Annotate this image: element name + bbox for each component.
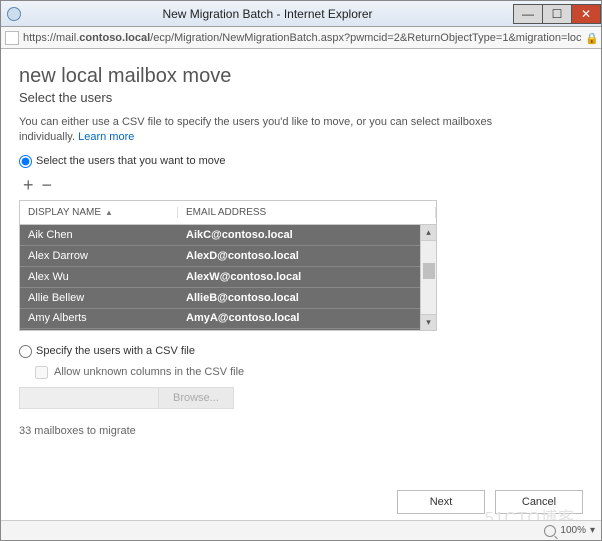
page-icon [5, 31, 19, 45]
sort-asc-icon: ▲ [105, 208, 113, 217]
content-area: new local mailbox move Select the users … [1, 49, 601, 437]
maximize-button[interactable]: ☐ [542, 4, 572, 24]
window-title: New Migration Batch - Internet Explorer [21, 7, 514, 21]
table-row[interactable]: Amy AlbertsAmyA@contoso.local [20, 309, 436, 329]
col-display-name[interactable]: DISPLAY NAME▲ [20, 207, 178, 218]
table-body: Aik ChenAikC@contoso.local Alex DarrowAl… [20, 225, 436, 330]
zoom-value: 100% [560, 525, 586, 536]
intro-text: You can either use a CSV file to specify… [19, 115, 549, 145]
radio-csv[interactable] [19, 345, 32, 358]
address-bar[interactable]: https://mail.contoso.local/ecp/Migration… [1, 27, 601, 49]
option-csv-label: Specify the users with a CSV file [36, 345, 195, 357]
close-button[interactable]: ✕ [571, 4, 601, 24]
user-table: DISPLAY NAME▲ EMAIL ADDRESS Aik ChenAikC… [19, 200, 437, 331]
minimize-button[interactable]: — [513, 4, 543, 24]
mailbox-count: 33 mailboxes to migrate [19, 425, 583, 437]
table-scrollbar[interactable]: ▴ ▾ [420, 225, 436, 330]
allow-unknown-label: Allow unknown columns in the CSV file [54, 366, 244, 378]
url-text: https://mail.contoso.local/ecp/Migration… [23, 32, 581, 44]
cancel-button[interactable]: Cancel [495, 490, 583, 514]
window-buttons: — ☐ ✕ [514, 4, 601, 24]
table-row[interactable]: Aik ChenAikC@contoso.local [20, 225, 436, 246]
zoom-dropdown-icon[interactable]: ▾ [590, 525, 595, 536]
allow-unknown-row[interactable]: Allow unknown columns in the CSV file [35, 366, 583, 379]
page-heading: new local mailbox move [19, 65, 583, 88]
csv-section: Specify the users with a CSV file Allow … [19, 345, 583, 409]
option-select-users[interactable]: Select the users that you want to move [19, 155, 583, 168]
user-toolbar: + − [19, 174, 583, 200]
zoom-icon[interactable] [544, 525, 556, 537]
table-row[interactable]: Alex DarrowAlexD@contoso.local [20, 246, 436, 267]
scroll-up-icon[interactable]: ▴ [421, 225, 436, 241]
scroll-thumb[interactable] [423, 263, 435, 279]
page-subheading: Select the users [19, 90, 583, 105]
footer-buttons: Next Cancel [397, 490, 583, 514]
table-row[interactable]: Alex WuAlexW@contoso.local [20, 267, 436, 288]
ie-favicon [7, 7, 21, 21]
status-bar: 100% ▾ [1, 520, 601, 540]
browse-button[interactable]: Browse... [158, 387, 234, 409]
csv-path-input [19, 387, 159, 409]
table-row[interactable]: Allie BellewAllieB@contoso.local [20, 288, 436, 309]
option-select-users-label: Select the users that you want to move [36, 155, 226, 167]
next-button[interactable]: Next [397, 490, 485, 514]
remove-user-icon[interactable]: − [42, 176, 53, 194]
learn-more-link[interactable]: Learn more [78, 131, 134, 143]
scroll-down-icon[interactable]: ▾ [421, 314, 436, 330]
table-header: DISPLAY NAME▲ EMAIL ADDRESS [20, 201, 436, 225]
allow-unknown-checkbox[interactable] [35, 366, 48, 379]
browse-row: Browse... [19, 387, 583, 409]
radio-select-users[interactable] [19, 155, 32, 168]
window-titlebar: New Migration Batch - Internet Explorer … [1, 1, 601, 27]
lock-icon: 🔒 [585, 32, 597, 44]
option-csv[interactable]: Specify the users with a CSV file [19, 345, 583, 358]
add-user-icon[interactable]: + [23, 176, 34, 194]
col-email[interactable]: EMAIL ADDRESS [178, 207, 436, 218]
